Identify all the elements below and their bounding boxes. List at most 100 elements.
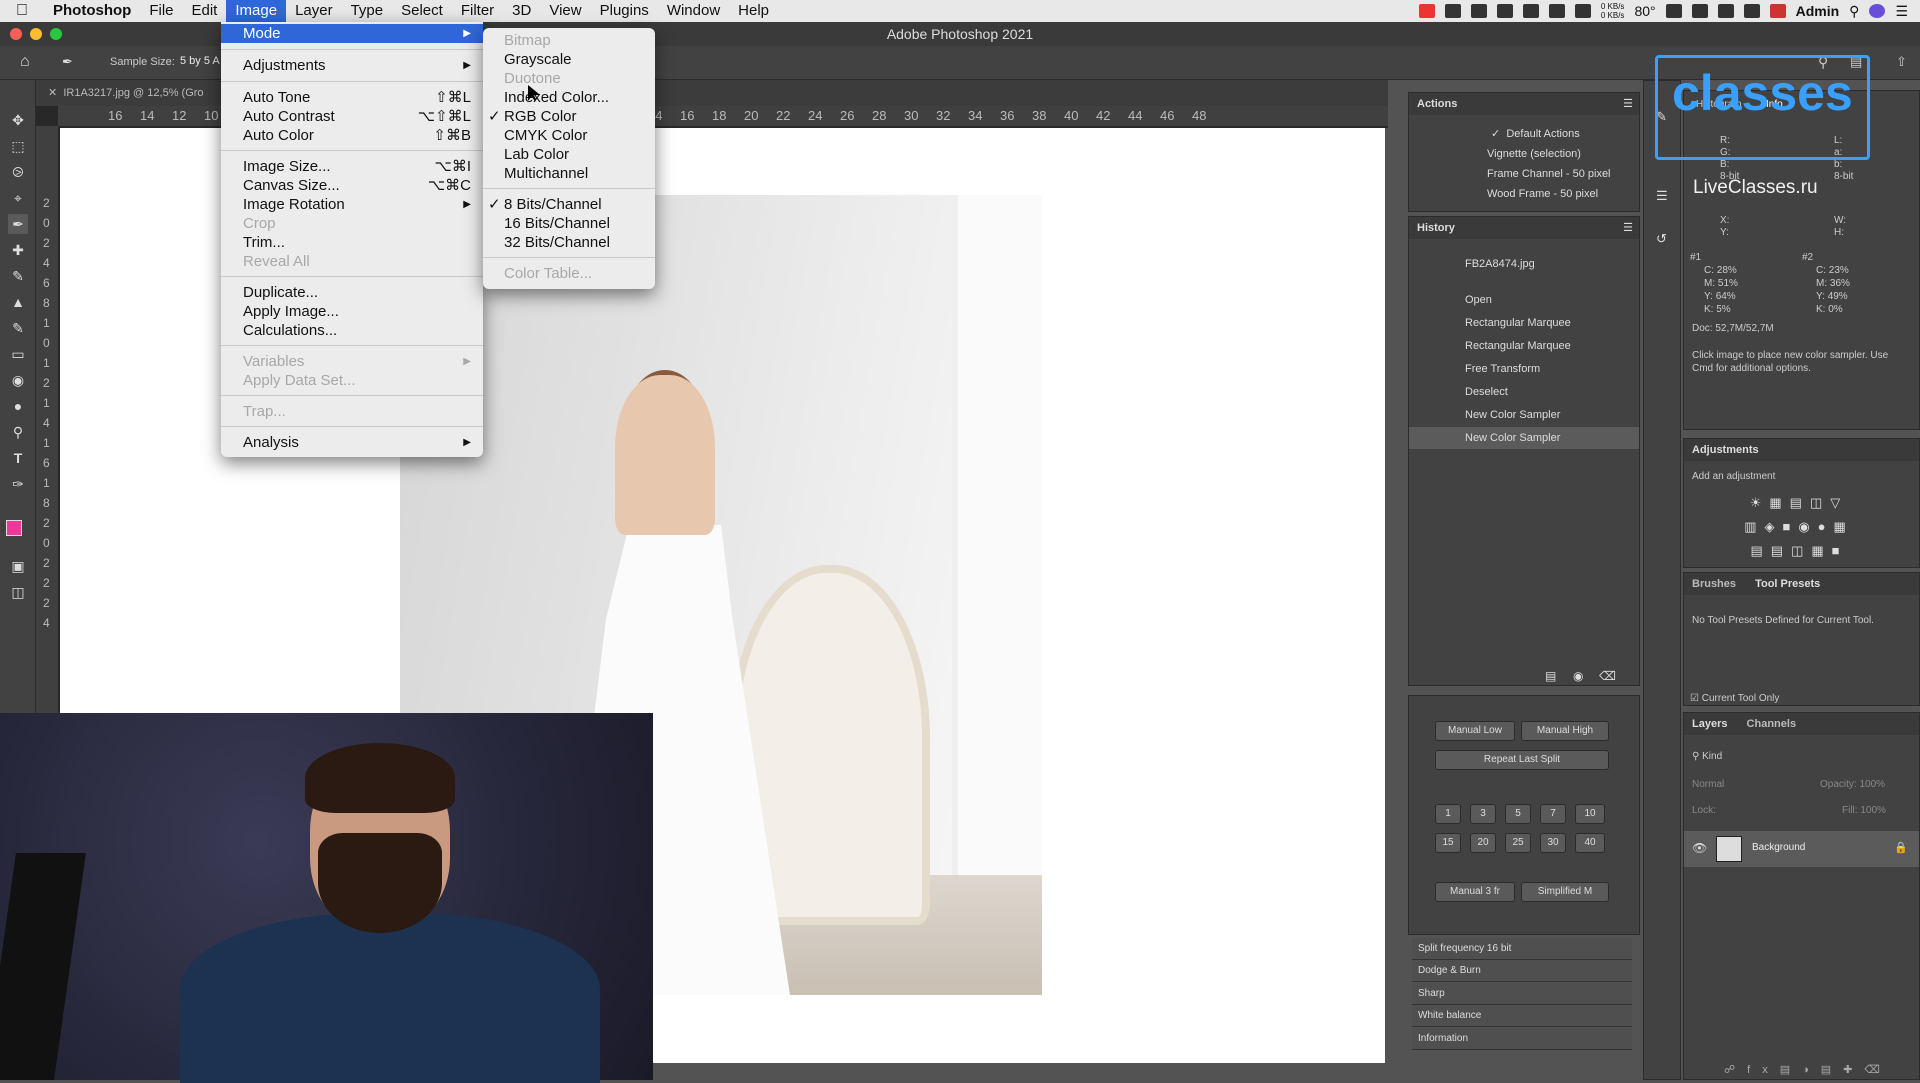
num-button-5[interactable]: 5 — [1505, 804, 1531, 824]
menu-3d[interactable]: 3D — [503, 0, 540, 22]
layers-footer-icons[interactable]: ☍fx▤◑▤✚⌫ — [1724, 1063, 1892, 1076]
blur-tool-icon[interactable]: ● — [8, 396, 28, 416]
menu-item-auto-tone[interactable]: Auto Tone ⇧⌘L — [221, 88, 483, 107]
layer-row-background[interactable]: 👁 Background 🔒 — [1684, 831, 1919, 867]
menu-item-analysis[interactable]: Analysis ▶ — [221, 433, 483, 452]
menu-item-image-rotation[interactable]: Image Rotation ▶ — [221, 195, 483, 214]
dodge-tool-icon[interactable]: ⚲ — [8, 422, 28, 442]
bucket-tool-icon[interactable]: ◉ — [8, 370, 28, 390]
stamp-tool-icon[interactable]: ▲ — [8, 292, 28, 312]
simplified-button[interactable]: Simplified M — [1521, 882, 1609, 902]
menu-item-mode[interactable]: Mode ▶ — [221, 24, 483, 43]
blend-mode-select[interactable]: Normal — [1692, 779, 1724, 790]
tab-tool-presets[interactable]: Tool Presets — [1747, 578, 1828, 590]
menu-window[interactable]: Window — [658, 0, 729, 22]
pen-tool-icon[interactable]: ✑ — [8, 474, 28, 494]
mode-cmyk-color[interactable]: CMYK Color — [483, 126, 655, 145]
menu-item-canvas-size[interactable]: Canvas Size... ⌥⌘C — [221, 176, 483, 195]
quick-mask-icon[interactable]: ▣ — [8, 556, 28, 576]
action-list-item[interactable]: Sharp — [1412, 983, 1632, 1005]
mode-multichannel[interactable]: Multichannel — [483, 164, 655, 183]
manual-3-freq-button[interactable]: Manual 3 fr — [1435, 882, 1515, 902]
menu-view[interactable]: View — [540, 0, 590, 22]
memory-icon[interactable] — [1522, 4, 1539, 18]
history-item-free-transform[interactable]: Free Transform — [1409, 358, 1639, 380]
menu-type[interactable]: Type — [342, 0, 393, 22]
brush-tool-icon[interactable]: ✎ — [8, 266, 28, 286]
panel-menu-icon[interactable]: ☰ — [1623, 97, 1633, 110]
num-button-25[interactable]: 25 — [1505, 833, 1531, 853]
menu-item-duplicate[interactable]: Duplicate... — [221, 283, 483, 302]
action-set-default[interactable]: ✓ Default Actions — [1409, 123, 1639, 145]
mode-rgb-color[interactable]: ✓ RGB Color — [483, 107, 655, 126]
checkbox-icon[interactable]: ☑ — [1690, 693, 1699, 704]
opacity-field[interactable]: Opacity: 100% — [1820, 779, 1885, 790]
kind-filter[interactable]: ⚲ Kind — [1692, 751, 1722, 762]
num-button-7[interactable]: 7 — [1540, 804, 1566, 824]
menu-item-auto-contrast[interactable]: Auto Contrast ⌥⇧⌘L — [221, 107, 483, 126]
num-button-40[interactable]: 40 — [1575, 833, 1605, 853]
cloud-icon[interactable] — [1665, 4, 1682, 18]
manual-high-button[interactable]: Manual High — [1521, 721, 1609, 741]
history-item-color-sampler-1[interactable]: New Color Sampler — [1409, 404, 1639, 426]
current-tool-only-checkbox[interactable]: ☑ Current Tool Only — [1690, 693, 1779, 704]
user-name[interactable]: Admin — [1796, 3, 1840, 19]
history-item-deselect[interactable]: Deselect — [1409, 381, 1639, 403]
action-frame-channel[interactable]: Frame Channel - 50 pixel — [1409, 163, 1639, 185]
num-button-15[interactable]: 15 — [1435, 833, 1461, 853]
camera-icon[interactable]: ◉ — [1573, 669, 1583, 683]
tab-channels[interactable]: Channels — [1739, 718, 1805, 730]
properties-icon[interactable]: ☰ — [1656, 188, 1668, 204]
tab-brushes[interactable]: Brushes — [1684, 578, 1744, 590]
menu-file[interactable]: File — [140, 0, 182, 22]
disk-icon[interactable] — [1574, 4, 1591, 18]
num-button-1[interactable]: 1 — [1435, 804, 1461, 824]
action-list-item[interactable]: White balance — [1412, 1005, 1632, 1027]
menu-item-trim[interactable]: Trim... — [221, 233, 483, 252]
monitor-icon[interactable] — [1444, 4, 1461, 18]
live-icon[interactable] — [1418, 4, 1435, 18]
history-brush-icon[interactable]: ✎ — [8, 318, 28, 338]
lasso-tool-icon[interactable]: ⧁ — [8, 162, 28, 182]
siri-icon[interactable] — [1869, 4, 1886, 18]
menu-image[interactable]: Image — [226, 0, 287, 22]
num-button-30[interactable]: 30 — [1540, 833, 1566, 853]
trash-icon[interactable]: ⌫ — [1599, 669, 1616, 683]
repeat-last-split-button[interactable]: Repeat Last Split — [1435, 750, 1609, 770]
new-document-icon[interactable]: ▤ — [1545, 669, 1556, 683]
menu-photoshop[interactable]: Photoshop — [44, 0, 140, 22]
marquee-tool-icon[interactable]: ⬚ — [8, 136, 28, 156]
history-item-marquee-2[interactable]: Rectangular Marquee — [1409, 335, 1639, 357]
panel-menu-icon[interactable]: ☰ — [1623, 221, 1633, 234]
zoom-button[interactable] — [50, 28, 62, 40]
flag-icon[interactable] — [1769, 4, 1786, 18]
action-wood-frame[interactable]: Wood Frame - 50 pixel — [1409, 183, 1639, 205]
history-item-marquee-1[interactable]: Rectangular Marquee — [1409, 312, 1639, 334]
mode-lab-color[interactable]: Lab Color — [483, 145, 655, 164]
action-vignette[interactable]: Vignette (selection) — [1409, 143, 1639, 165]
fill-field[interactable]: Fill: 100% — [1842, 805, 1886, 816]
healing-tool-icon[interactable]: ✚ — [8, 240, 28, 260]
creative-cloud-icon[interactable] — [1691, 4, 1708, 18]
minimize-button[interactable] — [30, 28, 42, 40]
history-item-color-sampler-2[interactable]: New Color Sampler — [1409, 427, 1639, 449]
control-center-icon[interactable]: ☰ — [1895, 3, 1908, 20]
type-tool-icon[interactable]: T — [8, 448, 28, 468]
mode-16-bits[interactable]: 16 Bits/Channel — [483, 214, 655, 233]
adjustment-icons[interactable]: ☀▦▤◫▽ ▥◈■◉●▦ ▤▤◫▦■ — [1724, 491, 1874, 561]
mode-grayscale[interactable]: Grayscale — [483, 50, 655, 69]
close-tab-icon[interactable]: ✕ — [48, 87, 57, 99]
menu-plugins[interactable]: Plugins — [591, 0, 658, 22]
menu-layer[interactable]: Layer — [286, 0, 342, 22]
menu-item-image-size[interactable]: Image Size... ⌥⌘I — [221, 157, 483, 176]
home-icon[interactable]: ⌂ — [20, 53, 30, 71]
mode-32-bits[interactable]: 32 Bits/Channel — [483, 233, 655, 252]
menu-item-apply-image[interactable]: Apply Image... — [221, 302, 483, 321]
record-icon[interactable] — [1470, 4, 1487, 18]
move-tool-icon[interactable]: ✥ — [8, 110, 28, 130]
num-button-10[interactable]: 10 — [1575, 804, 1605, 824]
mode-8-bits[interactable]: ✓ 8 Bits/Channel — [483, 195, 655, 214]
eyedropper-tool-icon[interactable]: ✒ — [8, 214, 28, 234]
share-icon[interactable]: ⇧ — [1896, 54, 1907, 70]
screen-mode-icon[interactable]: ◫ — [8, 582, 28, 602]
